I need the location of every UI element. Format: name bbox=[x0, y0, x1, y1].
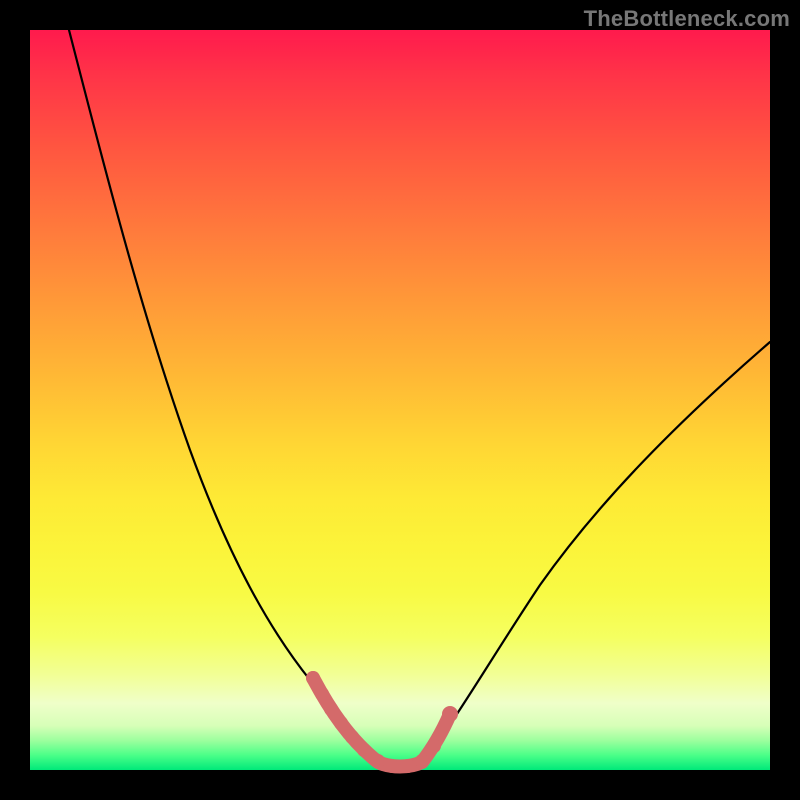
valley-dot bbox=[371, 754, 385, 768]
plot-area bbox=[30, 30, 770, 770]
valley-dot bbox=[334, 716, 348, 730]
valley-dot bbox=[385, 759, 399, 773]
valley-dot bbox=[357, 743, 371, 757]
watermark-text: TheBottleneck.com bbox=[584, 6, 790, 32]
curves-svg bbox=[30, 30, 770, 770]
valley-dot bbox=[306, 671, 320, 685]
valley-dot bbox=[401, 759, 415, 773]
chart-frame: TheBottleneck.com bbox=[0, 0, 800, 800]
valley-dot bbox=[345, 730, 359, 744]
valley-dot bbox=[427, 739, 441, 753]
valley-highlight-band bbox=[313, 678, 450, 767]
left-curve bbox=[69, 30, 378, 762]
valley-dot bbox=[315, 687, 329, 701]
valley-dot bbox=[442, 706, 458, 722]
right-curve bbox=[422, 342, 770, 762]
valley-dot bbox=[324, 702, 338, 716]
valley-dot bbox=[415, 754, 429, 768]
